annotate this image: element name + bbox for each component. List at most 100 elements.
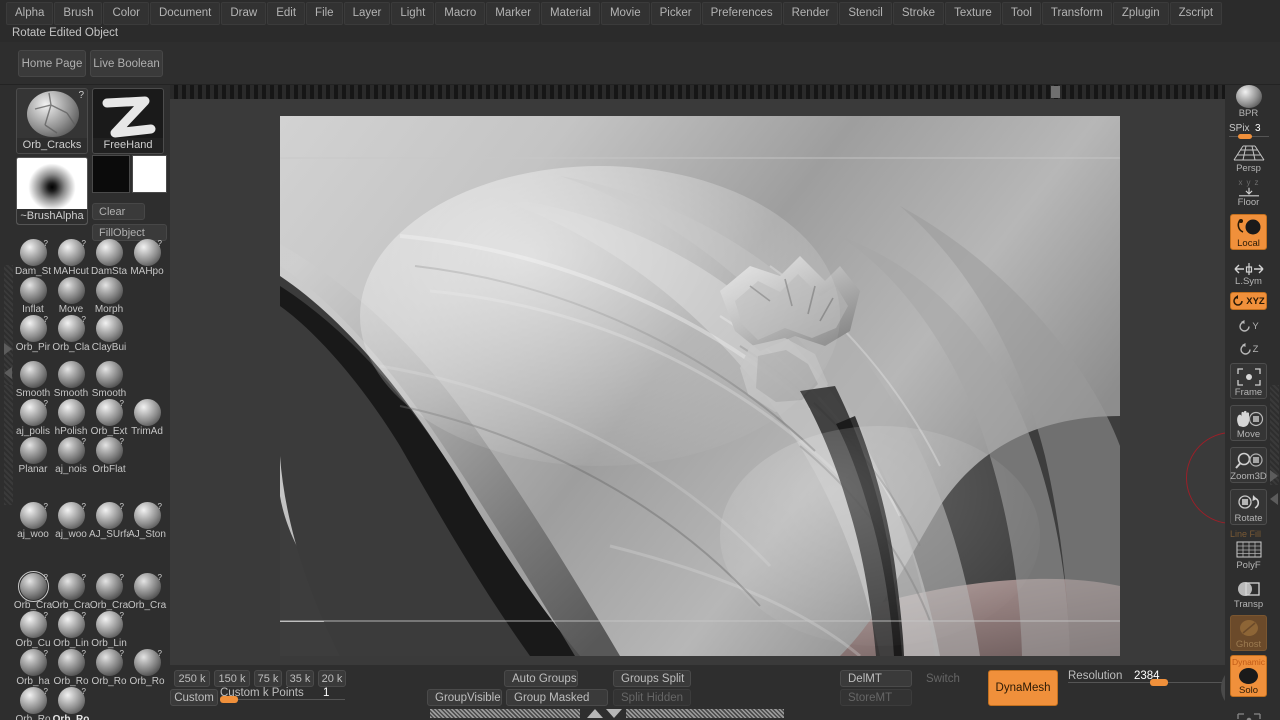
floor-axis-x[interactable]: x xyxy=(1239,178,1243,187)
brush-item[interactable]: ? Orb_Ro xyxy=(53,686,89,720)
brush-help-badge[interactable]: ? xyxy=(158,649,162,658)
del-mt-button[interactable]: DelMT xyxy=(840,670,912,687)
menu-item-zscript[interactable]: Zscript xyxy=(1169,1,1223,25)
bottom-scroll-left-track[interactable] xyxy=(430,709,580,718)
brush-item[interactable]: ? aj_woo xyxy=(54,501,88,541)
brush-help-badge[interactable]: ? xyxy=(82,502,86,511)
viewport[interactable] xyxy=(170,99,1225,665)
brush-help-badge[interactable]: ? xyxy=(44,649,48,658)
menu-item-stencil[interactable]: Stencil xyxy=(839,1,892,25)
brush-item[interactable]: ? AJ_SUrfa xyxy=(89,501,129,541)
secondary-color-swatch[interactable] xyxy=(132,155,167,193)
custom-button[interactable]: Custom xyxy=(170,689,218,706)
local-button[interactable]: Local xyxy=(1230,214,1267,250)
ghost-button[interactable]: Ghost xyxy=(1230,615,1267,651)
brush-help-badge[interactable]: ? xyxy=(82,687,86,696)
canvas-top-scrollbar[interactable] xyxy=(170,85,1225,99)
menu-item-zplugin[interactable]: Zplugin xyxy=(1112,1,1169,25)
rotate-nav-button[interactable]: Rotate xyxy=(1230,489,1267,525)
brush-help-badge[interactable]: ? xyxy=(158,502,162,511)
brush-help-badge[interactable]: ? xyxy=(120,502,124,511)
dynamesh-button[interactable]: DynaMesh xyxy=(988,670,1058,706)
brush-item[interactable]: ? Orb_Cra xyxy=(52,572,90,612)
bpr-button[interactable]: BPR xyxy=(1230,85,1267,119)
canvas-scroll-thumb[interactable] xyxy=(1051,86,1060,98)
brush-help-badge[interactable]: ? xyxy=(44,239,48,248)
menu-item-movie[interactable]: Movie xyxy=(600,1,650,25)
rotate-z-button[interactable]: Z xyxy=(1230,338,1267,360)
brush-item[interactable]: ? MAHpo xyxy=(130,238,164,278)
auto-groups-button[interactable]: Auto Groups xyxy=(504,670,578,687)
sculpted-mesh[interactable] xyxy=(280,116,1120,656)
brush-help-badge[interactable]: ? xyxy=(44,502,48,511)
menu-item-edit[interactable]: Edit xyxy=(267,1,306,25)
menu-item-transform[interactable]: Transform xyxy=(1041,1,1112,25)
brush-help-badge[interactable]: ? xyxy=(82,611,86,620)
brush-item[interactable]: ? Orb_Cu xyxy=(15,610,51,650)
brush-help-badge[interactable]: ? xyxy=(158,573,162,582)
primary-color-swatch[interactable] xyxy=(92,155,130,193)
scroll-up-arrow[interactable] xyxy=(587,709,603,718)
brush-item[interactable]: ? Orb_Ro xyxy=(91,648,127,688)
brush-item[interactable]: ? Orb_Cra xyxy=(90,572,128,612)
menu-item-document[interactable]: Document xyxy=(149,1,221,25)
move-nav-button[interactable]: Move xyxy=(1230,405,1267,441)
perspective-button[interactable]: Persp xyxy=(1230,142,1267,174)
brush-help-badge[interactable]: ? xyxy=(82,649,86,658)
clear-button[interactable]: Clear xyxy=(92,203,145,220)
floor-axes[interactable]: x y z xyxy=(1239,178,1259,187)
xpose-button[interactable]: Xpose xyxy=(1230,701,1267,720)
brush-item[interactable]: ? Orb_Lin xyxy=(53,610,89,650)
spix-slider[interactable]: SPix 3 xyxy=(1229,123,1269,141)
polycount-preset-button[interactable]: 250 k xyxy=(174,670,210,687)
brush-help-badge[interactable]: ? xyxy=(44,611,48,620)
brush-help-badge[interactable]: ? xyxy=(82,437,86,446)
menu-item-texture[interactable]: Texture xyxy=(945,1,1001,25)
brush-item[interactable]: Planar xyxy=(16,436,50,476)
menu-item-brush[interactable]: Brush xyxy=(54,1,103,25)
brush-help-badge[interactable]: ? xyxy=(44,573,48,582)
zoom3d-button[interactable]: Zoom3D xyxy=(1230,447,1267,483)
menu-item-tool[interactable]: Tool xyxy=(1001,1,1041,25)
brush-help-badge[interactable]: ? xyxy=(82,315,86,324)
live-boolean-button[interactable]: Live Boolean xyxy=(90,50,163,77)
menu-item-layer[interactable]: Layer xyxy=(343,1,391,25)
menu-item-render[interactable]: Render xyxy=(782,1,839,25)
brush-help-badge[interactable]: ? xyxy=(120,649,124,658)
menu-item-light[interactable]: Light xyxy=(391,1,435,25)
brush-item[interactable]: ? Orb_Pir xyxy=(16,314,50,354)
menu-item-material[interactable]: Material xyxy=(541,1,600,25)
brush-item[interactable]: ? Orb_Ro xyxy=(129,648,165,688)
brush-help-badge[interactable]: ? xyxy=(44,399,48,408)
menu-item-file[interactable]: File xyxy=(306,1,343,25)
xyz-axis-button[interactable]: XYZ xyxy=(1230,292,1267,310)
brush-item[interactable]: ? Orb_ha xyxy=(16,648,50,688)
brush-item[interactable]: ? Orb_Lin xyxy=(91,610,127,650)
left-tab-strip-upper[interactable] xyxy=(4,265,13,405)
store-mt-button[interactable]: StoreMT xyxy=(840,689,912,706)
brush-help-badge[interactable]: ? xyxy=(120,399,124,408)
brush-item[interactable]: ? aj_nois xyxy=(54,436,88,476)
brush-help-badge[interactable]: ? xyxy=(44,687,48,696)
brush-item[interactable]: ? Dam_St xyxy=(15,238,51,278)
rotate-y-button[interactable]: Y xyxy=(1230,315,1267,337)
brush-item[interactable]: ? aj_woo xyxy=(16,501,50,541)
solo-button[interactable]: Dynamic Solo xyxy=(1230,655,1267,697)
local-symmetry-button[interactable]: L.Sym xyxy=(1230,257,1267,287)
transparency-button[interactable]: Transp xyxy=(1230,576,1267,610)
floor-axis-z[interactable]: z xyxy=(1255,178,1259,187)
scroll-down-arrow[interactable] xyxy=(606,709,622,718)
brush-item[interactable]: ? Orb_Cra xyxy=(14,571,52,612)
menu-item-macro[interactable]: Macro xyxy=(435,1,486,25)
brush-help-badge[interactable]: ? xyxy=(82,239,86,248)
current-alpha-swatch[interactable]: ~BrushAlpha xyxy=(16,157,88,225)
brush-item[interactable]: Smooth xyxy=(54,360,88,400)
brush-help-badge[interactable]: ? xyxy=(120,573,124,582)
left-collapse-left-arrow[interactable] xyxy=(4,367,12,379)
floor-button[interactable]: x y z Floor xyxy=(1230,178,1267,208)
brush-item[interactable]: Move xyxy=(54,276,88,316)
brush-item[interactable]: Morph xyxy=(92,276,126,316)
brush-item[interactable]: TrimAd xyxy=(130,398,164,438)
menu-item-color[interactable]: Color xyxy=(103,1,149,25)
brush-item[interactable]: ? Orb_Cla xyxy=(52,314,90,354)
